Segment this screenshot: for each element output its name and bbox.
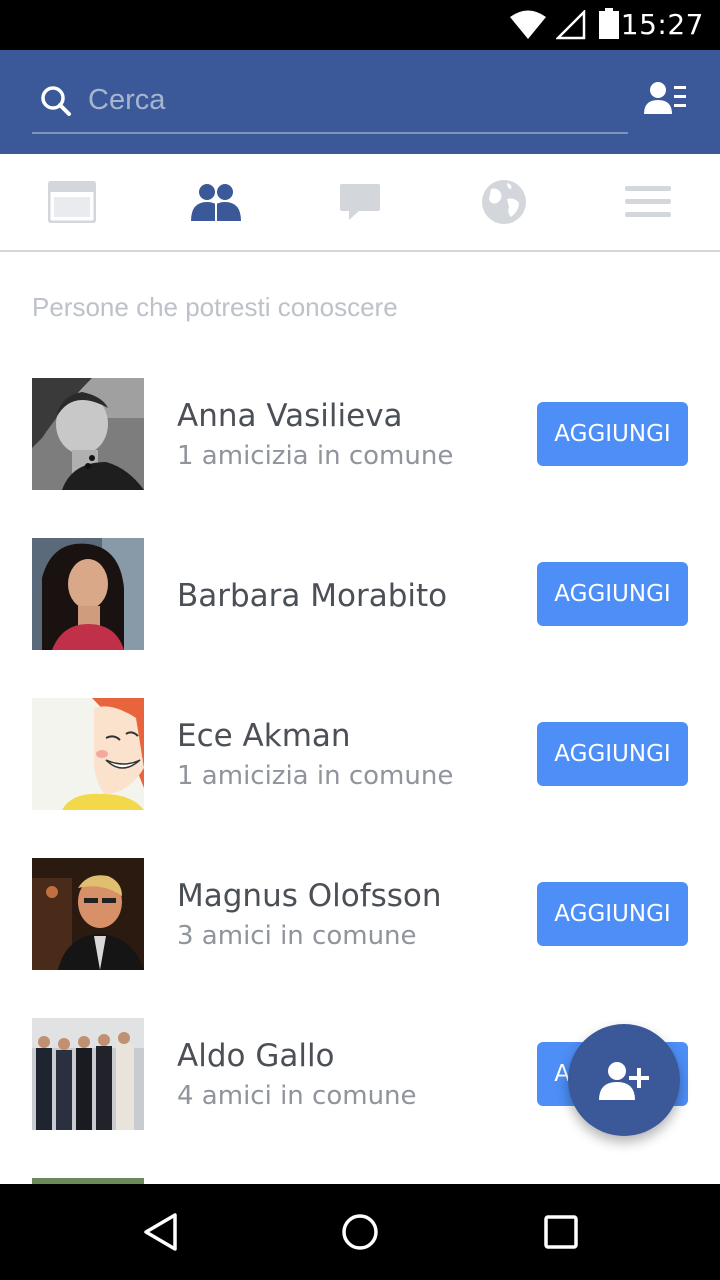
person-row[interactable]: Ece Akman 1 amicizia in comune AGGIUNGI: [0, 698, 720, 810]
add-friend-button[interactable]: AGGIUNGI: [537, 882, 688, 946]
person-name[interactable]: Magnus Olofsson: [177, 878, 442, 914]
person-name[interactable]: Ece Akman: [177, 718, 351, 754]
mutual-friends: 4 amici in comune: [177, 1081, 417, 1111]
home-icon[interactable]: [341, 1212, 379, 1252]
add-friend-icon: [599, 1062, 649, 1100]
battery-icon: [599, 8, 619, 39]
mutual-friends: 3 amici in comune: [177, 921, 417, 951]
tab-news-feed[interactable]: [0, 154, 144, 250]
add-friend-button[interactable]: AGGIUNGI: [537, 562, 688, 626]
tab-friend-requests[interactable]: [144, 154, 288, 250]
globe-icon: [482, 180, 526, 224]
add-friend-fab[interactable]: [568, 1024, 680, 1136]
news-feed-icon: [48, 181, 96, 223]
wifi-icon: [510, 10, 546, 39]
app-header: [0, 50, 720, 154]
status-time: 15:27: [620, 8, 704, 41]
person-name[interactable]: Barbara Morabito: [177, 578, 447, 614]
mutual-friends: 1 amicizia in comune: [177, 441, 454, 471]
avatar[interactable]: [32, 378, 144, 490]
section-title: Persone che potresti conoscere: [32, 292, 398, 322]
avatar[interactable]: [32, 858, 144, 970]
chat-bubble-icon: [340, 184, 380, 220]
hamburger-menu-icon: [625, 186, 671, 217]
avatar[interactable]: [32, 538, 144, 650]
tab-bar: [0, 154, 720, 252]
contacts-list-icon[interactable]: [644, 80, 688, 116]
person-name[interactable]: Aldo Gallo: [177, 1038, 335, 1074]
status-bar: 15:27: [0, 0, 720, 50]
person-row[interactable]: Magnus Olofsson 3 amici in comune AGGIUN…: [0, 858, 720, 970]
signal-icon: [556, 10, 586, 40]
tab-notifications[interactable]: [432, 154, 576, 250]
search-icon: [41, 86, 71, 116]
person-row[interactable]: Barbara Morabito AGGIUNGI: [0, 538, 720, 650]
tab-menu[interactable]: [576, 154, 720, 250]
system-nav-bar: [0, 1184, 720, 1280]
avatar[interactable]: [32, 1018, 144, 1130]
search-input[interactable]: [88, 80, 608, 120]
person-row[interactable]: Anna Vasilieva 1 amicizia in comune AGGI…: [0, 378, 720, 490]
avatar[interactable]: [32, 698, 144, 810]
mutual-friends: 1 amicizia in comune: [177, 761, 454, 791]
friends-icon: [191, 184, 241, 221]
person-name[interactable]: Anna Vasilieva: [177, 398, 403, 434]
add-friend-button[interactable]: AGGIUNGI: [537, 722, 688, 786]
search-bar[interactable]: [32, 72, 628, 134]
add-friend-button[interactable]: AGGIUNGI: [537, 402, 688, 466]
recents-icon[interactable]: [543, 1212, 579, 1252]
tab-messages[interactable]: [288, 154, 432, 250]
back-icon[interactable]: [142, 1212, 178, 1252]
